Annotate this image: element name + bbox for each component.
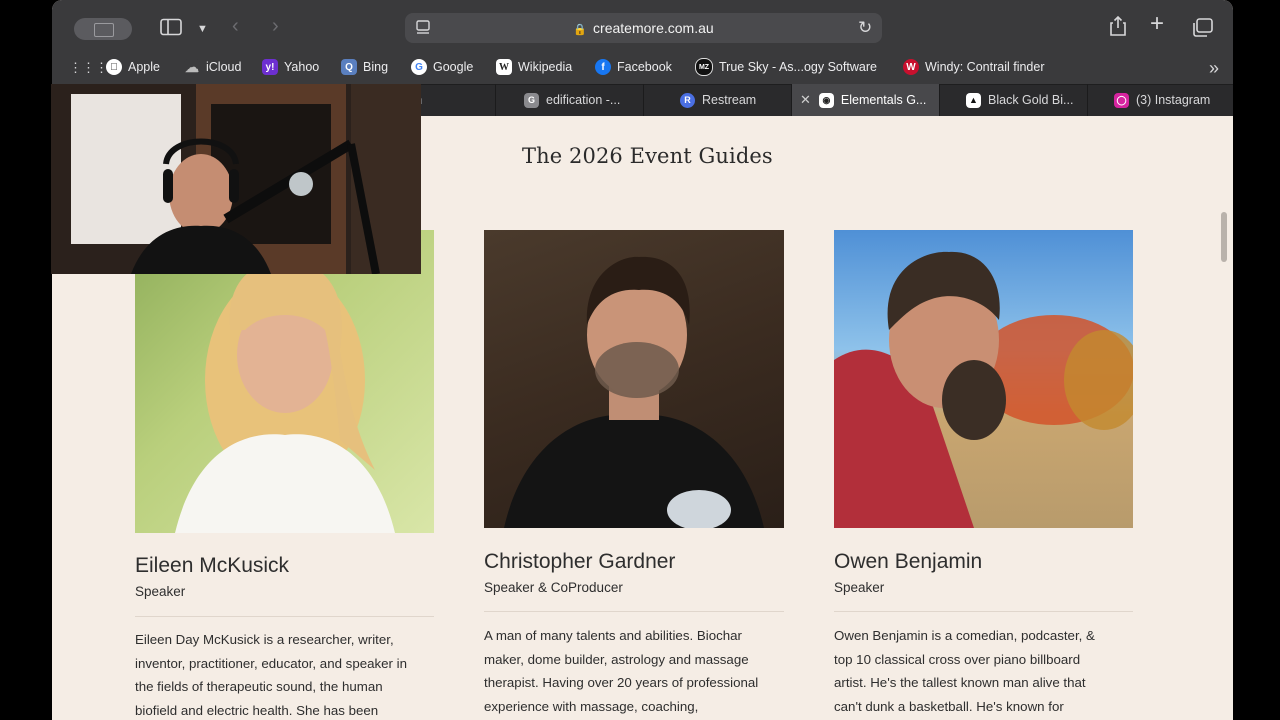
tab-group-button[interactable]: [74, 18, 132, 40]
guide-name: Christopher Gardner: [484, 550, 676, 573]
lock-icon: 🔒: [573, 24, 588, 36]
new-tab-icon[interactable]: +: [1150, 12, 1164, 36]
wikipedia-icon: W: [496, 59, 512, 75]
tab-edification[interactable]: G edification -...: [496, 84, 644, 116]
apple-icon: : [106, 59, 122, 75]
blackgold-icon: ▲: [966, 92, 981, 108]
divider: [135, 616, 434, 617]
guide-photo-eileen: [135, 230, 434, 533]
guide-bio: Owen Benjamin is a comedian, podcaster, …: [834, 628, 1095, 714]
tab-label: Restream: [702, 93, 757, 107]
instagram-icon: ◯: [1114, 92, 1129, 108]
guide-bio: Eileen Day McKusick is a researcher, wri…: [135, 632, 408, 718]
bookmark-label: Google: [433, 60, 474, 74]
close-tab-icon[interactable]: ✕: [800, 92, 811, 108]
back-icon[interactable]: ‹: [232, 16, 239, 36]
bookmark-truesky[interactable]: MZ True Sky - As...ogy Software: [695, 57, 877, 77]
address-bar[interactable]: 🔒 createmore.com.au ↻: [405, 13, 882, 43]
page-title: The 2026 Event Guides: [522, 144, 773, 168]
guide-photo-owen: [834, 230, 1133, 528]
guide-name: Owen Benjamin: [834, 550, 983, 573]
bookmark-label: True Sky - As...ogy Software: [719, 60, 877, 74]
bing-icon: Q: [341, 59, 357, 75]
tab-blackgold[interactable]: ▲ Black Gold Bi...: [940, 84, 1088, 116]
bookmark-icloud[interactable]: ☁ iCloud: [184, 57, 241, 77]
tab-label: (3) Instagram: [1136, 93, 1211, 107]
tab-restream[interactable]: R Restream: [644, 84, 792, 116]
guide-photo-christopher: [484, 230, 784, 528]
facebook-icon: f: [595, 59, 611, 75]
sidebar-icon[interactable]: [160, 18, 182, 41]
guide-role: Speaker: [135, 584, 186, 599]
bookmark-label: Bing: [363, 60, 389, 74]
grid-icon[interactable]: ⋮⋮⋮: [69, 58, 108, 78]
forward-icon[interactable]: ›: [272, 16, 279, 36]
browser-toolbar: ▼ ‹ › 🔒 createmore.com.au ↻ +: [52, 0, 1233, 48]
tab-label: Black Gold Bi...: [988, 93, 1074, 107]
elementals-icon: ◉: [818, 92, 834, 108]
guide-name: Eileen McKusick: [135, 554, 290, 577]
bookmark-label: Facebook: [617, 60, 672, 74]
url-text: createmore.com.au: [593, 20, 714, 36]
google-icon: G: [411, 59, 427, 75]
bookmark-yahoo[interactable]: y! Yahoo: [262, 57, 319, 77]
yahoo-icon: y!: [262, 59, 278, 75]
tab-label: Elementals G...: [840, 93, 927, 107]
windy-icon: W: [903, 59, 919, 75]
bookmark-wikipedia[interactable]: W Wikipedia: [496, 57, 572, 77]
reload-icon[interactable]: ↻: [858, 18, 872, 38]
bookmark-label: Yahoo: [284, 60, 320, 74]
bookmark-google[interactable]: G Google: [411, 57, 473, 77]
divider: [834, 611, 1133, 612]
guide-role: Speaker & CoProducer: [484, 580, 623, 595]
restream-icon: R: [680, 92, 695, 108]
guide-bio: A man of many talents and abilities. Bio…: [484, 628, 759, 714]
bookmark-label: iCloud: [206, 60, 242, 74]
chevron-down-icon[interactable]: ▼: [197, 19, 208, 39]
tab-instagram[interactable]: ◯ (3) Instagram: [1088, 84, 1233, 116]
bookmark-apple[interactable]:  Apple: [106, 57, 160, 77]
bookmark-label: Wikipedia: [518, 60, 573, 74]
tab-label: edification -...: [546, 93, 621, 107]
tab-overview-icon[interactable]: [1191, 18, 1213, 43]
bookmark-windy[interactable]: W Windy: Contrail finder: [903, 57, 1045, 77]
more-bookmarks-icon[interactable]: »: [1209, 58, 1219, 78]
share-icon[interactable]: [1109, 15, 1127, 42]
scrollbar-thumb[interactable]: [1221, 212, 1227, 262]
truesky-icon: MZ: [695, 58, 713, 76]
bookmark-label: Windy: Contrail finder: [925, 60, 1045, 74]
webcam-overlay: [51, 84, 421, 274]
g-icon: G: [524, 92, 539, 108]
tab-elementals[interactable]: ✕ ◉ Elementals G...: [792, 84, 940, 116]
guide-role: Speaker: [834, 580, 885, 595]
icloud-icon: ☁: [184, 58, 200, 75]
bookmark-facebook[interactable]: f Facebook: [595, 57, 672, 77]
divider: [484, 611, 784, 612]
bookmark-label: Apple: [128, 60, 160, 74]
bookmark-bing[interactable]: Q Bing: [341, 57, 388, 77]
